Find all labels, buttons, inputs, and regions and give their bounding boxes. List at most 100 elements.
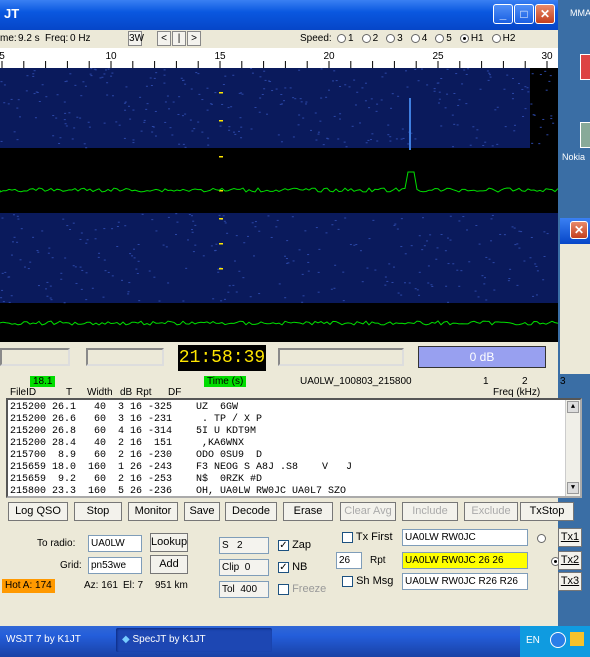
speed-option-h2[interactable]: H2 — [491, 33, 515, 44]
khz-2: 2 — [522, 376, 528, 387]
waterfall-speck — [513, 227, 516, 229]
prev-button[interactable]: < — [157, 31, 171, 46]
background-window-title[interactable]: ✕ — [560, 218, 590, 244]
rpt-input[interactable]: 26 — [336, 552, 362, 569]
waterfall-speck — [458, 99, 461, 101]
waterfall-speck — [182, 143, 185, 145]
hot-a-indicator: Hot A: 174 — [2, 579, 55, 593]
save-button[interactable]: Save — [184, 502, 220, 521]
speed-option-2[interactable]: 2 — [361, 33, 378, 44]
clear-avg-button[interactable]: Clear Avg — [340, 502, 396, 521]
decode-line[interactable]: 215800 23.3 160 5 26 -236 OH, UA0LW RW0J… — [10, 486, 352, 498]
radio-icon[interactable] — [337, 33, 346, 43]
clip-field[interactable]: Clip 0 — [219, 559, 269, 576]
tx1-message[interactable]: UA0LW RW0JC — [402, 529, 528, 546]
vertical-scrollbar[interactable]: ▲ ▼ — [565, 400, 580, 496]
s-field[interactable]: S 2 — [219, 537, 269, 554]
close-icon[interactable]: ✕ — [570, 221, 588, 239]
decode-line[interactable]: 215200 28.4 40 2 16 151 ,KA6WNX — [10, 438, 352, 450]
radio-icon[interactable] — [435, 33, 445, 43]
waterfall-speck — [294, 98, 297, 100]
tx1-button[interactable]: Tx1 — [558, 528, 582, 547]
decode-line[interactable]: 215200 26.1 40 3 16 -325 UZ 6GW — [10, 402, 352, 414]
waterfall-speck — [154, 110, 157, 112]
waterfall-speck — [529, 257, 532, 259]
txstop-button[interactable]: TxStop — [520, 502, 574, 521]
tx1-radio[interactable] — [537, 533, 546, 543]
radio-icon[interactable] — [410, 33, 420, 43]
nokia-icon[interactable] — [580, 122, 590, 148]
minimize-button[interactable]: _ — [493, 4, 513, 24]
grid-input[interactable]: pn53we — [88, 557, 142, 574]
radio-icon[interactable] — [491, 33, 501, 43]
specjt-title-bar[interactable]: JT _ □ ✕ — [0, 0, 558, 30]
close-button[interactable]: ✕ — [535, 4, 555, 24]
waterfall-display[interactable] — [0, 68, 559, 342]
tx3-message[interactable]: UA0LW RW0JC R26 R26 — [402, 573, 528, 590]
exclude-button[interactable]: Exclude — [464, 502, 518, 521]
stop-button[interactable]: Stop — [74, 502, 122, 521]
waterfall-speck — [545, 89, 548, 91]
nb-checkbox[interactable]: ✓ NB — [278, 561, 307, 573]
tray-app-icon[interactable] — [570, 632, 584, 646]
speed-option-1[interactable]: 1 — [337, 33, 354, 44]
waterfall-speck — [133, 257, 136, 259]
waterfall-speck — [325, 232, 328, 234]
tx2-button[interactable]: Tx2 — [558, 551, 582, 570]
app-icon[interactable] — [580, 54, 590, 80]
language-indicator[interactable]: EN — [526, 635, 540, 646]
taskbar-specjt[interactable]: ◆ SpecJT by K1JT — [116, 628, 272, 652]
freq-marker — [219, 120, 223, 122]
decoded-text-area[interactable]: 215200 26.1 40 3 16 -325 UZ 6GW 215200 26… — [6, 398, 582, 498]
center-button[interactable]: | — [172, 31, 186, 46]
scroll-down-icon[interactable]: ▼ — [567, 482, 579, 494]
waterfall-speck — [25, 90, 28, 92]
maximize-button[interactable]: □ — [514, 4, 534, 24]
speed-option-4[interactable]: 4 — [410, 33, 427, 44]
waterfall-speck — [63, 101, 66, 103]
speed-option-5[interactable]: 5 — [435, 33, 452, 44]
add-button[interactable]: Add — [150, 555, 188, 574]
waterfall-speck — [320, 68, 323, 70]
decode-line[interactable]: 215700 8.9 60 2 16 -230 ODO 0SU9 D — [10, 450, 352, 462]
waterfall-speck — [177, 114, 180, 116]
decode-line[interactable]: 215200 26.6 60 3 16 -231 . TP / X P — [10, 414, 352, 426]
waterfall-speck — [151, 126, 154, 128]
taskbar-wsjt[interactable]: WSJT 7 by K1JT — [4, 628, 108, 652]
next-button[interactable]: > — [187, 31, 201, 46]
tx-first-checkbox[interactable]: Tx First — [342, 531, 393, 543]
3w-button[interactable]: 3W — [128, 31, 144, 46]
waterfall-speck — [143, 119, 146, 121]
erase-button[interactable]: Erase — [283, 502, 333, 521]
decode-line[interactable]: 215659 9.2 60 2 16 -253 N$ 0RZK #D — [10, 474, 352, 486]
waterfall-speck — [190, 215, 193, 217]
radio-icon[interactable] — [459, 33, 469, 43]
scroll-up-icon[interactable]: ▲ — [567, 401, 579, 413]
to-radio-label: To radio: — [37, 538, 76, 549]
tray-icon[interactable] — [550, 632, 566, 648]
speed-option-h1[interactable]: H1 — [459, 33, 484, 44]
to-radio-input[interactable]: UA0LW — [88, 535, 142, 552]
tx2-message[interactable]: UA0LW RW0JC 26 26 — [402, 552, 528, 569]
monitor-button[interactable]: Monitor — [128, 502, 178, 521]
freeze-checkbox[interactable]: Freeze — [278, 583, 326, 595]
waterfall-speck — [304, 230, 307, 232]
decode-line[interactable]: 215659 18.0 160 1 26 -243 F3 NEOG S A8J … — [10, 462, 352, 474]
radio-icon[interactable] — [361, 33, 371, 43]
zap-checkbox[interactable]: ✓ Zap — [278, 539, 311, 551]
waterfall-speck — [52, 135, 55, 137]
waterfall-speck — [484, 141, 487, 143]
include-button[interactable]: Include — [402, 502, 458, 521]
radio-icon[interactable] — [386, 33, 396, 43]
decode-line[interactable]: 215200 26.8 60 4 16 -314 5I U KDT9M — [10, 426, 352, 438]
tx3-button[interactable]: Tx3 — [558, 572, 582, 591]
decode-button[interactable]: Decode — [225, 502, 277, 521]
speed-option-3[interactable]: 3 — [386, 33, 403, 44]
waterfall-speck — [27, 268, 30, 270]
lookup-button[interactable]: Lookup — [150, 533, 188, 552]
waterfall-speck — [455, 73, 458, 75]
tol-field[interactable]: Tol 400 — [219, 581, 269, 598]
sh-msg-checkbox[interactable]: Sh Msg — [342, 575, 393, 587]
log-qso-button[interactable]: Log QSO — [8, 502, 68, 521]
specjt-status-bar: 21:58:39 0 dB — [0, 342, 558, 372]
